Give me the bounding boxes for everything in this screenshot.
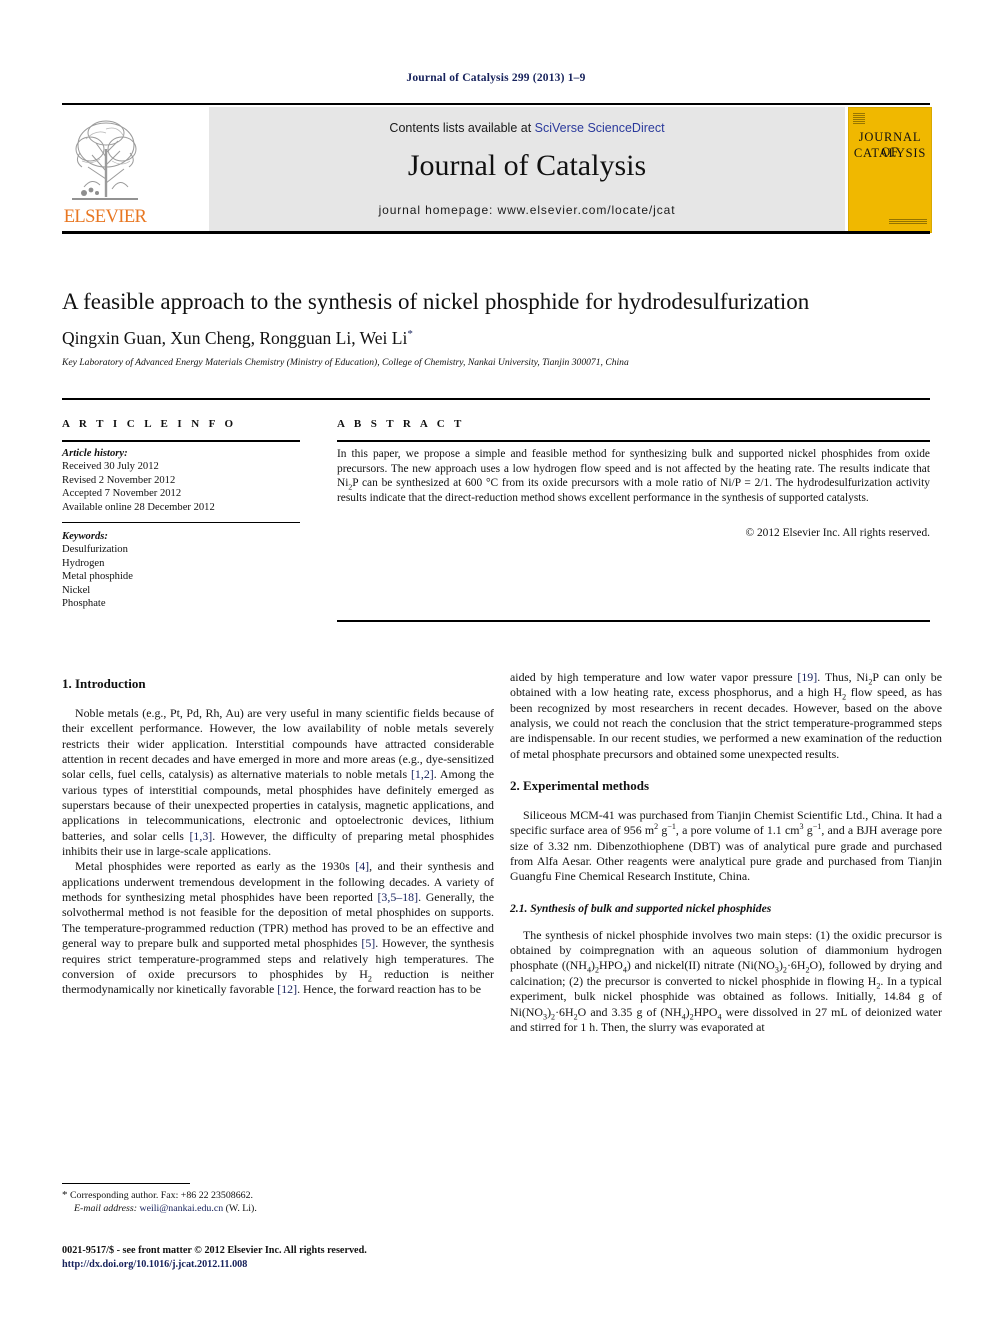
section-heading-introduction: 1. Introduction <box>62 676 146 691</box>
paragraph: aided by high temperature and low water … <box>510 670 942 761</box>
journal-title: Journal of Catalysis <box>407 149 647 182</box>
abstract-text: In this paper, we propose a simple and f… <box>337 448 930 504</box>
citation-link[interactable]: [12] <box>277 982 297 996</box>
journal-homepage[interactable]: journal homepage: www.elsevier.com/locat… <box>209 203 845 217</box>
email-owner: (W. Li). <box>225 1203 257 1214</box>
footnote-corresponding: Corresponding author. Fax: +86 22 235086… <box>69 1190 254 1201</box>
footnote-star: * <box>62 1189 68 1201</box>
footnote-email-line: E-mail address: weili@nankai.edu.cn (W. … <box>62 1202 494 1215</box>
section-heading-experimental: 2. Experimental methods <box>510 778 650 794</box>
history-item: Available online 28 December 2012 <box>62 501 215 513</box>
citation-link[interactable]: [5] <box>361 936 375 950</box>
running-head: Journal of Catalysis 299 (2013) 1–9 <box>406 72 586 84</box>
contents-prefix: Contents lists available at <box>389 121 535 135</box>
history-item: Received 30 July 2012 <box>62 461 159 473</box>
journal-masthead: ELSEVIER Contents lists available at Sci… <box>62 103 932 234</box>
citation-link[interactable]: [19] <box>797 670 817 684</box>
corresponding-author-footnote: * Corresponding author. Fax: +86 22 2350… <box>62 1189 494 1215</box>
keyword-item: Phosphate <box>62 598 106 610</box>
corresponding-author-marker[interactable]: * <box>407 328 413 340</box>
page-title: A feasible approach to the synthesis of … <box>62 289 810 314</box>
body-column-left: 1. Introduction Noble metals (e.g., Pt, … <box>62 676 494 998</box>
footnote-divider <box>62 1183 190 1184</box>
citation-link[interactable]: [1,3] <box>189 829 212 843</box>
keywords-label: Keywords: <box>62 531 108 542</box>
issn-copyright-line: 0021-9517/$ - see front matter © 2012 El… <box>62 1245 367 1256</box>
cover-publisher-icon <box>853 112 865 124</box>
keyword-item: Nickel <box>62 584 91 596</box>
keyword-item: Hydrogen <box>62 557 105 569</box>
author-list: Qingxin Guan, Xun Cheng, Rongguan Li, We… <box>62 327 930 349</box>
section-heading-synthesis: 2.1. Synthesis of bulk and supported nic… <box>510 901 772 915</box>
email-link[interactable]: weili@nankai.edu.cn <box>139 1203 223 1214</box>
cover-footer-mark <box>889 219 927 224</box>
cover-title-line2: CATALYSIS <box>853 146 927 160</box>
abstract-heading: A B S T R A C T <box>337 418 465 430</box>
email-label: E-mail address: <box>74 1203 137 1214</box>
masthead-bottom-rule <box>62 231 930 234</box>
keywords-divider <box>62 522 300 524</box>
keyword-item: Metal phosphide <box>62 571 133 583</box>
affiliation: Key Laboratory of Advanced Energy Materi… <box>62 357 629 368</box>
sciencedirect-link[interactable]: SciVerse ScienceDirect <box>535 121 665 135</box>
citation-link[interactable]: [1,2] <box>411 767 434 781</box>
elsevier-tree-icon <box>72 120 138 200</box>
body-column-right: aided by high temperature and low water … <box>510 670 942 1035</box>
masthead-top-rule <box>62 103 930 105</box>
citation-link[interactable]: [3,5–18] <box>377 890 418 904</box>
article-history: Article history: Received 30 July 2012 R… <box>62 447 302 514</box>
article-info-heading: A R T I C L E I N F O <box>62 418 237 430</box>
abstract-copyright: © 2012 Elsevier Inc. All rights reserved… <box>745 527 930 539</box>
paragraph: Siliceous MCM-41 was purchased from Tian… <box>510 808 942 884</box>
contents-available-line: Contents lists available at SciVerse Sci… <box>209 121 845 135</box>
paragraph: Noble metals (e.g., Pt, Pd, Rh, Au) are … <box>62 706 495 859</box>
elsevier-wordmark: ELSEVIER <box>63 207 147 227</box>
info-heading-rule <box>62 440 300 442</box>
citation-link[interactable]: [4] <box>355 859 369 873</box>
info-top-rule <box>62 398 930 400</box>
elsevier-logo: ELSEVIER <box>62 107 148 231</box>
paragraph: The synthesis of nickel phosphide involv… <box>510 927 943 1034</box>
abstract-heading-rule <box>337 440 930 442</box>
keywords-block: Keywords: Desulfurization Hydrogen Metal… <box>62 530 302 610</box>
article-page: Journal of Catalysis 299 (2013) 1–9 ELSE… <box>0 0 992 1323</box>
history-label: Article history: <box>62 448 128 459</box>
masthead-panel: Contents lists available at SciVerse Sci… <box>209 107 845 231</box>
abstract-bottom-rule <box>337 620 930 622</box>
page-footer: 0021-9517/$ - see front matter © 2012 El… <box>62 1244 562 1271</box>
history-item: Revised 2 November 2012 <box>62 474 176 486</box>
doi-link[interactable]: http://dx.doi.org/10.1016/j.jcat.2012.11… <box>62 1259 247 1270</box>
author-names: Qingxin Guan, Xun Cheng, Rongguan Li, We… <box>62 328 408 348</box>
footnote-line: * Corresponding author. Fax: +86 22 2350… <box>62 1189 494 1202</box>
keyword-item: Desulfurization <box>62 544 128 556</box>
journal-cover-thumbnail: JOURNAL OF CATALYSIS <box>848 107 932 233</box>
paragraph: Metal phosphides were reported as early … <box>62 859 494 997</box>
history-item: Accepted 7 November 2012 <box>62 488 182 500</box>
